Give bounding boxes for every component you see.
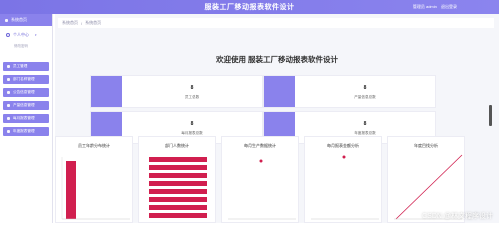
sidebar-item-employee[interactable]: 员工管理 — [3, 62, 49, 71]
bar — [149, 213, 207, 218]
sidebar-item-notice[interactable]: 公告信息管理 — [3, 88, 49, 97]
main-content: 系统首页 / 系统首页 欢迎使用 服装工厂移动报表软件设计 8 员工总数 8 产… — [55, 14, 499, 223]
sidebar-item-label: 公告信息管理 — [13, 90, 35, 94]
bar — [66, 161, 76, 219]
chart-svg — [228, 159, 296, 220]
menu-icon — [7, 91, 10, 94]
sidebar-item-label: 系统首页 — [11, 17, 27, 22]
bar — [149, 205, 207, 210]
welcome-heading: 欢迎使用 服装工厂移动报表软件设计 — [215, 55, 339, 64]
sidebar-item-annual[interactable]: 年度报表管理 — [3, 127, 49, 136]
data-point — [342, 155, 346, 159]
menu-icon — [7, 78, 10, 81]
sidebar-item-label: 员工管理 — [13, 64, 28, 68]
chart-title: 部门人数统计 — [165, 143, 189, 148]
menu-icon — [7, 104, 10, 107]
sidebar-item-home[interactable]: 系统首页 — [0, 14, 52, 26]
user-greeting: 管理员 admin — [412, 4, 437, 9]
chart-monthly-amount: 每月报表金额分析 — [304, 136, 382, 223]
stat-value: 8 — [190, 121, 194, 127]
chart-svg — [311, 155, 379, 220]
menu-icon — [7, 130, 10, 133]
chart-age-distribution: 员工年龄分布统计 — [55, 136, 133, 223]
sidebar-item-production[interactable]: 产量信息管理 — [3, 101, 49, 110]
sidebar-item-label: 部门名称管理 — [13, 77, 35, 81]
scrollbar-thumb[interactable] — [489, 105, 492, 126]
data-point — [259, 159, 263, 163]
sidebar-item-label: 年度报表管理 — [13, 129, 35, 133]
stat-card-employees: 8 员工总数 — [90, 75, 263, 108]
stat-label: 员工总数 — [184, 95, 200, 99]
stat-icon — [91, 76, 122, 107]
bar — [149, 165, 207, 170]
bar — [149, 189, 207, 194]
sidebar-menu: 员工管理 部门名称管理 公告信息管理 产量信息管理 每月报表管理 年度报表管理 — [0, 60, 52, 142]
chevron-down-icon: ▾ — [35, 33, 37, 37]
stat-value: 8 — [363, 121, 367, 127]
sidebar-item-label: 个人中心 — [13, 32, 29, 37]
chart-title: 每月报表金额分析 — [327, 143, 359, 148]
series-line — [395, 154, 463, 220]
stat-icon — [264, 76, 295, 107]
user-area: 管理员 admin 退出登录 — [410, 4, 457, 10]
breadcrumb-separator: / — [81, 20, 83, 26]
sidebar-item-department[interactable]: 部门名称管理 — [3, 75, 49, 84]
chart-title: 员工年龄分布统计 — [78, 143, 110, 148]
bar — [149, 173, 207, 178]
breadcrumb-current: 系统首页 — [85, 20, 102, 25]
bar — [149, 157, 207, 162]
stat-card-production: 8 产量信息总数 — [263, 75, 436, 108]
home-icon — [5, 18, 8, 22]
stat-label: 产量信息总数 — [354, 95, 376, 99]
chart-title: 年度目找分析 — [414, 143, 438, 148]
breadcrumb-home[interactable]: 系统首页 — [62, 20, 78, 26]
sidebar-profile[interactable]: 个人中心 ▾ 修改密码 — [0, 26, 52, 60]
sidebar-subitem-password[interactable]: 修改密码 — [14, 44, 52, 49]
chart-svg — [149, 157, 207, 218]
bar — [149, 181, 207, 186]
sidebar-item-monthly[interactable]: 每月报表管理 — [3, 114, 49, 123]
breadcrumb: 系统首页 / 系统首页 — [58, 18, 494, 28]
bar — [149, 197, 207, 202]
logout-link[interactable]: 退出登录 — [441, 4, 457, 9]
stat-value: 8 — [190, 85, 194, 91]
sidebar-item-label: 产量信息管理 — [13, 103, 35, 107]
top-bar: 服装工厂移动报表软件设计 管理员 admin 退出登录 — [0, 0, 499, 14]
chart-department-headcount: 部门人数统计 — [138, 136, 216, 223]
stat-value: 8 — [363, 85, 367, 91]
sidebar: 系统首页 个人中心 ▾ 修改密码 员工管理 部门名称管理 公告信息管理 产量信息… — [0, 14, 53, 223]
menu-icon — [7, 65, 10, 68]
sidebar-item-label: 每月报表管理 — [13, 116, 35, 120]
chart-svg — [61, 157, 130, 220]
user-icon — [6, 33, 10, 37]
chart-annual-target: 年度目找分析 — [387, 136, 465, 223]
chart-title: 每月生产数据统计 — [244, 143, 276, 148]
watermark: CSDN @林文程序设计 — [422, 213, 493, 220]
chart-monthly-production: 每月生产数据统计 — [221, 136, 299, 223]
menu-icon — [7, 117, 10, 120]
